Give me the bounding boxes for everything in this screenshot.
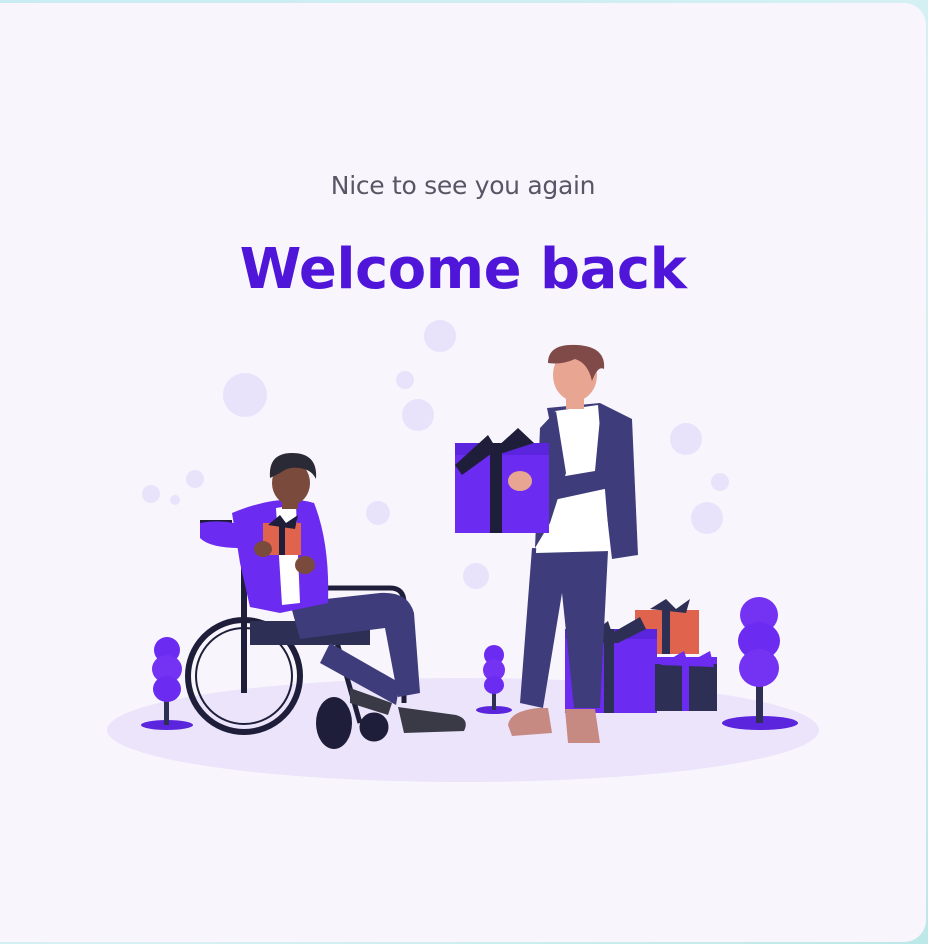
- wheelchair-small-wheel: [316, 697, 352, 749]
- decorative-bubbles: [142, 320, 729, 589]
- gift-exchange-illustration-icon: [107, 320, 819, 782]
- app-frame: Nice to see you again Welcome back: [0, 0, 928, 944]
- welcome-card: Nice to see you again Welcome back: [0, 3, 926, 942]
